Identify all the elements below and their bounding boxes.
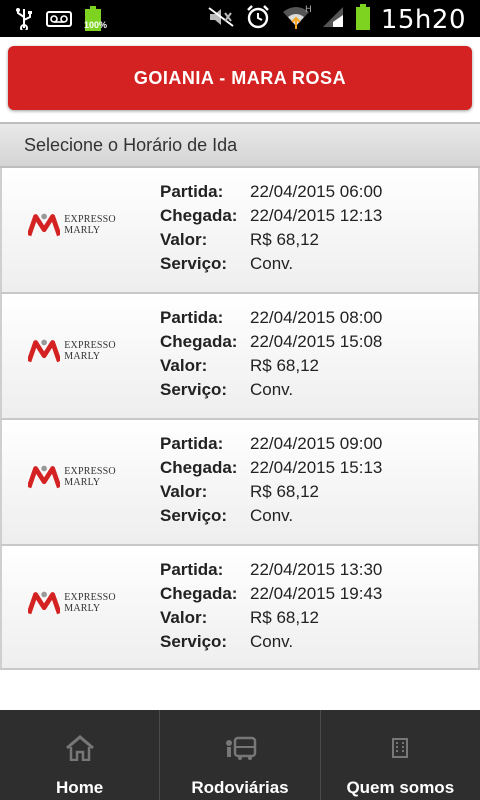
- battery-full-icon: [355, 4, 371, 35]
- departure-label: Partida:: [160, 308, 224, 327]
- price-label: Valor:: [160, 482, 208, 501]
- service-value: Conv.: [250, 632, 294, 651]
- usb-icon: [14, 8, 34, 35]
- price-label: Valor:: [160, 608, 208, 627]
- route-title: GOIANIA - MARA ROSA: [133, 67, 347, 88]
- company-name: EXPRESSO MARLY: [64, 340, 116, 362]
- service-label: Serviço:: [160, 632, 228, 651]
- departure-label: Partida:: [160, 182, 224, 201]
- alarm-icon: [245, 4, 271, 35]
- trip-row[interactable]: EXPRESSO MARLY Partida: 22/04/2015 09:00 …: [0, 420, 480, 546]
- company-logo: EXPRESSO MARLY: [28, 590, 150, 616]
- company-name: EXPRESSO MARLY: [64, 214, 116, 236]
- status-bar: 100% H 15h20: [0, 0, 480, 37]
- nav-home-label: Home: [56, 778, 104, 797]
- price-label: Valor:: [160, 356, 208, 375]
- signal-icon: [321, 5, 345, 34]
- service-label: Serviço:: [160, 380, 228, 399]
- bottom-nav: Home Rodoviárias Quem somos: [0, 710, 480, 800]
- departure-label: Partida:: [160, 434, 224, 453]
- service-value: Conv.: [250, 506, 294, 525]
- marly-logo-icon: [28, 465, 61, 489]
- arrival-label: Chegada:: [160, 458, 238, 477]
- marly-logo-icon: [28, 591, 61, 615]
- list-header-label: Selecione o Horário de Ida: [24, 134, 238, 155]
- trip-row[interactable]: EXPRESSO MARLY Partida: 22/04/2015 08:00 …: [0, 294, 480, 420]
- arrival-value: 22/04/2015 19:43: [250, 584, 383, 603]
- mute-icon: [207, 6, 235, 33]
- route-title-button[interactable]: GOIANIA - MARA ROSA: [8, 46, 472, 110]
- nav-quem-somos[interactable]: Quem somos: [321, 710, 480, 800]
- departure-value: 22/04/2015 06:00: [250, 182, 383, 201]
- arrival-label: Chegada:: [160, 332, 238, 351]
- arrival-label: Chegada:: [160, 584, 238, 603]
- trip-list: Selecione o Horário de Ida EXPRESSO MARL…: [0, 122, 480, 670]
- company-name: EXPRESSO MARLY: [64, 466, 116, 488]
- marly-logo-icon: [28, 339, 61, 363]
- nav-rodoviarias[interactable]: Rodoviárias: [160, 710, 321, 800]
- company-logo: EXPRESSO MARLY: [28, 338, 150, 364]
- marly-logo-icon: [28, 213, 61, 237]
- arrival-value: 22/04/2015 15:13: [250, 458, 383, 477]
- home-icon: [65, 734, 95, 762]
- departure-value: 22/04/2015 13:30: [250, 560, 383, 579]
- price-value: R$ 68,12: [250, 356, 319, 375]
- price-label: Valor:: [160, 230, 208, 249]
- departure-label: Partida:: [160, 560, 224, 579]
- company-name: EXPRESSO MARLY: [64, 592, 116, 614]
- bus-icon: [223, 734, 257, 762]
- arrival-value: 22/04/2015 12:13: [250, 206, 383, 225]
- trip-row[interactable]: EXPRESSO MARLY Partida: 22/04/2015 13:30 …: [0, 546, 480, 670]
- service-value: Conv.: [250, 380, 294, 399]
- service-label: Serviço:: [160, 254, 228, 273]
- arrival-label: Chegada:: [160, 206, 238, 225]
- price-value: R$ 68,12: [250, 230, 319, 249]
- clock: 15h20: [380, 4, 466, 35]
- arrival-value: 22/04/2015 15:08: [250, 332, 383, 351]
- nav-rodoviarias-label: Rodoviárias: [191, 778, 289, 797]
- nav-home[interactable]: Home: [0, 710, 161, 800]
- list-header: Selecione o Horário de Ida: [0, 124, 480, 168]
- trip-row[interactable]: EXPRESSO MARLY Partida: 22/04/2015 06:00 …: [0, 168, 480, 294]
- service-label: Serviço:: [160, 506, 228, 525]
- price-value: R$ 68,12: [250, 608, 319, 627]
- price-value: R$ 68,12: [250, 482, 319, 501]
- company-logo: EXPRESSO MARLY: [28, 464, 150, 490]
- voicemail-icon: [46, 11, 72, 32]
- service-value: Conv.: [250, 254, 294, 273]
- building-icon: [390, 734, 410, 762]
- battery-percentage: 100%: [84, 20, 108, 30]
- svg-text:H: H: [305, 5, 311, 15]
- wifi-icon: H: [281, 4, 312, 35]
- departure-value: 22/04/2015 09:00: [250, 434, 383, 453]
- company-logo: EXPRESSO MARLY: [28, 212, 150, 238]
- departure-value: 22/04/2015 08:00: [250, 308, 383, 327]
- nav-quem-somos-label: Quem somos: [346, 778, 455, 797]
